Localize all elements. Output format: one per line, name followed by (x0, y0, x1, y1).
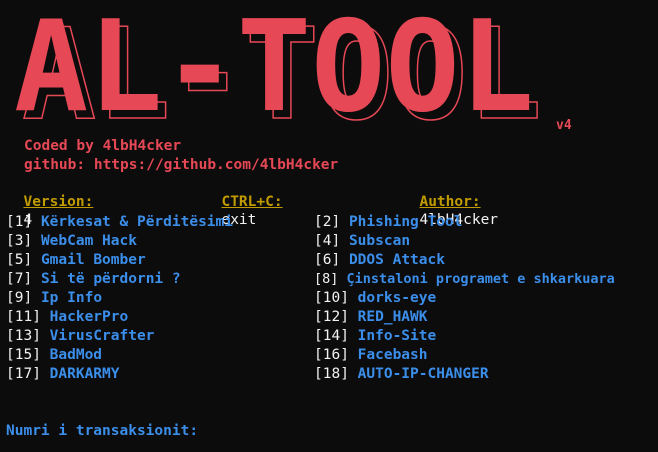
menu-item-7[interactable]: [7] Si të përdorni ? (6, 270, 181, 288)
menu-item-13[interactable]: [13] VirusCrafter (6, 327, 154, 345)
menu-item-number: [2] (314, 214, 341, 230)
menu-item-2[interactable]: [2] Phishing Tool (314, 213, 462, 231)
menu-item-label: Subscan (348, 233, 411, 249)
menu-item-number: [3] (6, 233, 33, 249)
menu-item-9[interactable]: [9] Ip Info (6, 289, 102, 307)
menu-item-16[interactable]: [16] Facebash (314, 346, 428, 364)
menu-item-number: [9] (6, 290, 33, 306)
menu-item-number: [16] (314, 347, 349, 363)
menu-item-label: dorks-eye (357, 290, 437, 306)
menu-item-number: [4] (314, 233, 341, 249)
menu-item-label: Phishing Tool (348, 214, 463, 230)
menu-item-number: [6] (314, 252, 341, 268)
menu-item-label: Ip Info (40, 290, 103, 306)
menu-item-1[interactable]: [1] Kërkesat & Përditësimi (6, 213, 233, 231)
menu-item-label: HackerPro (49, 309, 129, 325)
menu-item-label: AUTO-IP-CHANGER (357, 366, 489, 382)
menu-item-11[interactable]: [11] HackerPro (6, 308, 128, 326)
menu-item-number: [18] (314, 366, 349, 382)
menu-item-12[interactable]: [12] RED_HAWK (314, 308, 428, 326)
menu-item-6[interactable]: [6] DDOS Attack (314, 251, 445, 269)
menu-item-label: Kërkesat & Përditësimi (40, 214, 233, 230)
menu-item-number: [1] (6, 214, 33, 230)
ctrl-label: CTRL+C: (221, 194, 283, 210)
menu-item-5[interactable]: [5] Gmail Bomber (6, 251, 146, 269)
menu-item-label: BadMod (49, 347, 103, 363)
menu-item-number: [14] (314, 328, 349, 344)
version-label: Version: (23, 194, 94, 210)
menu-item-number: [15] (6, 347, 41, 363)
coded-by-line: Coded by 4lbH4cker (24, 138, 182, 154)
menu-item-4[interactable]: [4] Subscan (314, 232, 410, 250)
menu-item-18[interactable]: [18] AUTO-IP-CHANGER (314, 365, 489, 383)
transaction-prompt[interactable]: Numri i transaksionit: (6, 422, 198, 440)
menu-item-label: Gmail Bomber (40, 252, 146, 268)
menu-item-15[interactable]: [15] BadMod (6, 346, 102, 364)
version-tag: v4 (556, 118, 572, 133)
menu-item-14[interactable]: [14] Info-Site (314, 327, 436, 345)
menu-item-number: [5] (6, 252, 33, 268)
menu-item-label: DDOS Attack (348, 252, 445, 268)
menu-item-label: Facebash (357, 347, 428, 363)
menu-item-17[interactable]: [17] DARKARMY (6, 365, 120, 383)
menu-item-label: Info-Site (357, 328, 437, 344)
menu-item-label: RED_HAWK (357, 309, 428, 325)
menu-item-number: [7] (6, 271, 33, 287)
menu-item-label: VirusCrafter (49, 328, 155, 344)
menu-item-8[interactable]: [8] Çinstaloni programet e shkarkuara (314, 270, 615, 288)
menu-item-label: WebCam Hack (40, 233, 137, 249)
menu-item-10[interactable]: [10] dorks-eye (314, 289, 436, 307)
menu-item-number: [17] (6, 366, 41, 382)
menu-item-label: Çinstaloni programet e shkarkuara (346, 271, 615, 287)
github-line: github: https://github.com/4lbH4cker (24, 157, 339, 173)
menu-item-number: [11] (6, 309, 41, 325)
menu-item-label: DARKARMY (49, 366, 120, 382)
al-tool-banner-logo: AL-TOOL AL-TOOL (14, 10, 543, 125)
menu-item-number: [10] (314, 290, 349, 306)
menu-item-label: Si të përdorni ? (40, 271, 181, 287)
menu-item-number: [8] (314, 271, 339, 287)
menu-item-number: [12] (314, 309, 349, 325)
author-label: Author: (419, 194, 481, 210)
banner-text: AL-TOOL (14, 10, 534, 125)
menu-item-number: [13] (6, 328, 41, 344)
menu-item-3[interactable]: [3] WebCam Hack (6, 232, 137, 250)
